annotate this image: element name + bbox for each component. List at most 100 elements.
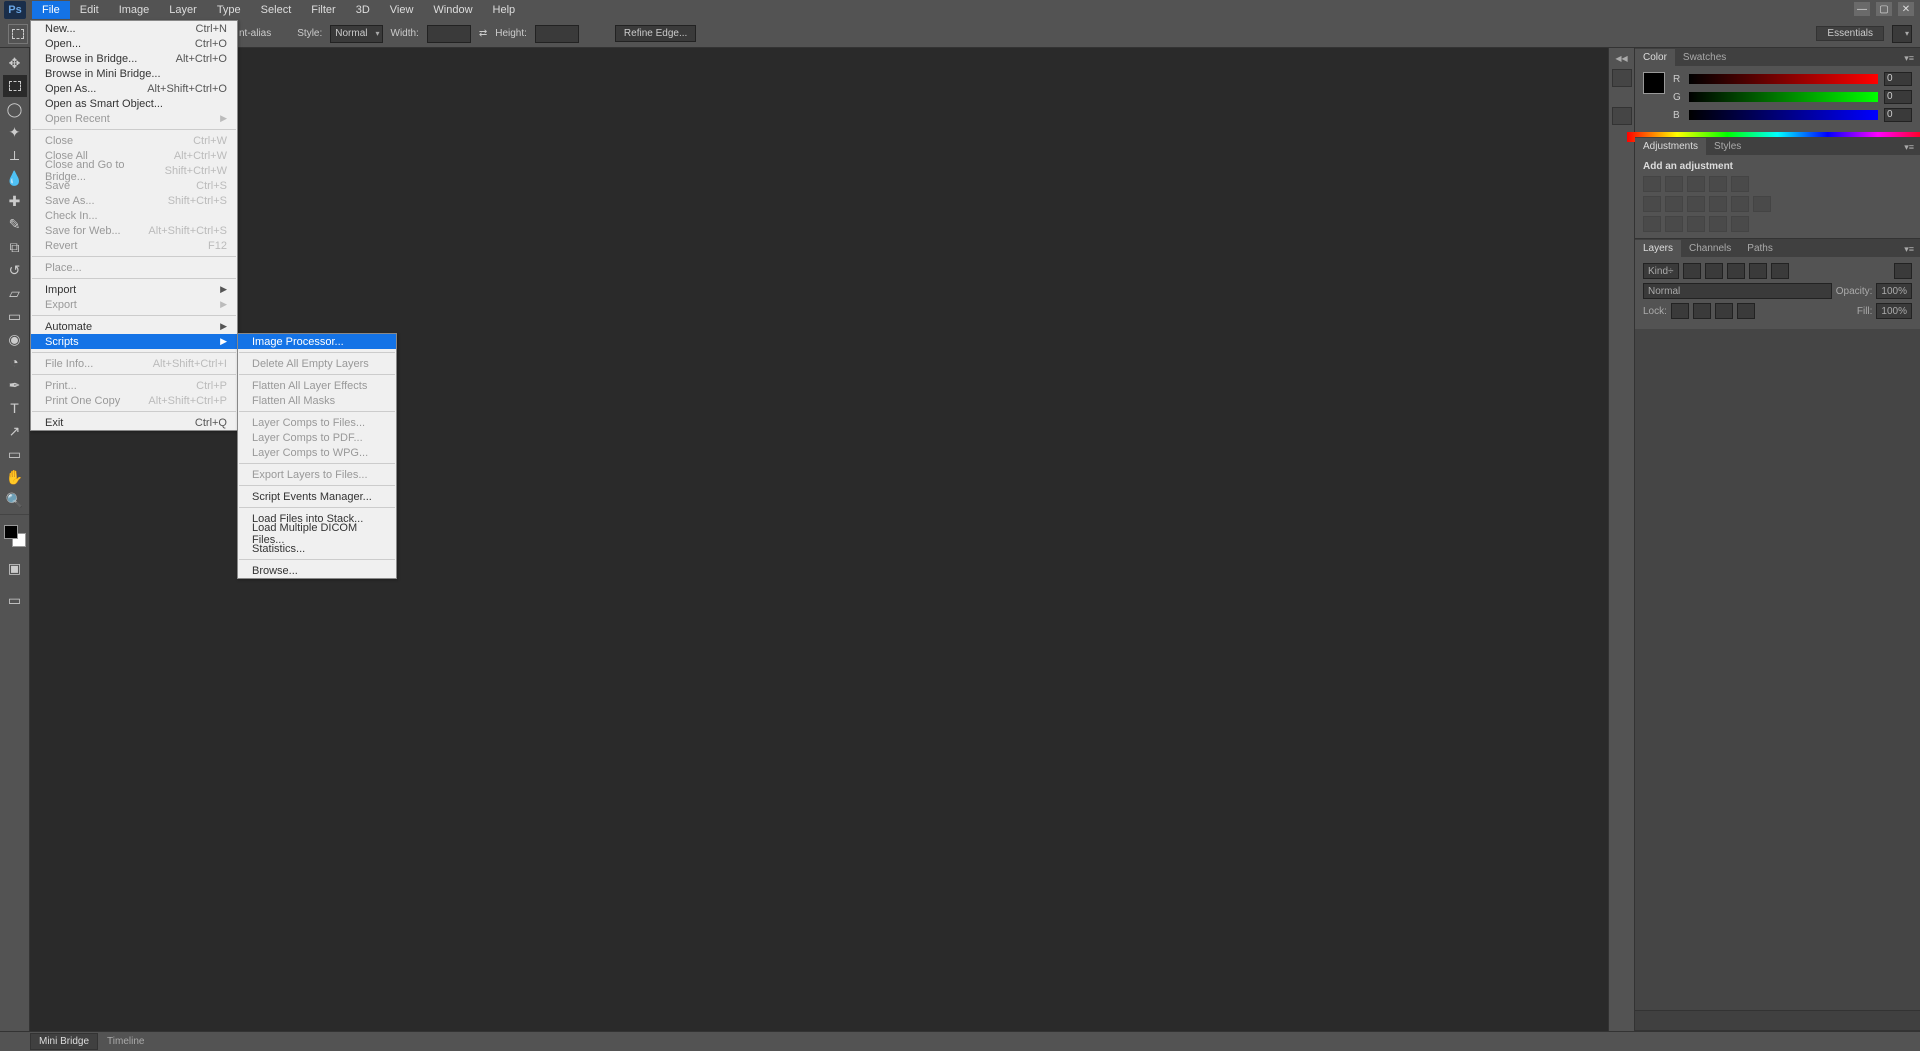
menu-item[interactable]: Browse... bbox=[238, 563, 396, 578]
dodge-tool[interactable]: ◔ bbox=[3, 351, 27, 373]
r-slider[interactable] bbox=[1689, 74, 1878, 84]
refine-edge-button[interactable]: Refine Edge... bbox=[615, 25, 696, 42]
menu-edit[interactable]: Edit bbox=[70, 1, 109, 19]
tab-paths[interactable]: Paths bbox=[1739, 240, 1781, 257]
menu-item[interactable]: Browse in Bridge...Alt+Ctrl+O bbox=[31, 51, 237, 66]
menu-item[interactable]: Image Processor... bbox=[238, 334, 396, 349]
workspace-switcher[interactable]: Essentials bbox=[1816, 26, 1884, 41]
menu-3d[interactable]: 3D bbox=[346, 1, 380, 19]
adj-icon[interactable] bbox=[1687, 196, 1705, 212]
r-value[interactable]: 0 bbox=[1884, 72, 1912, 86]
marquee-tool[interactable] bbox=[3, 75, 27, 97]
adj-icon[interactable] bbox=[1709, 176, 1727, 192]
menu-window[interactable]: Window bbox=[423, 1, 482, 19]
shape-tool[interactable]: ▭ bbox=[3, 443, 27, 465]
fill-input[interactable]: 100% bbox=[1876, 303, 1912, 319]
g-value[interactable]: 0 bbox=[1884, 90, 1912, 104]
adj-icon[interactable] bbox=[1643, 176, 1661, 192]
tab-layers[interactable]: Layers bbox=[1635, 240, 1681, 257]
panel-menu-icon[interactable]: ▾≡ bbox=[1898, 242, 1920, 257]
adj-icon[interactable] bbox=[1665, 216, 1683, 232]
menu-item[interactable]: Automate▶ bbox=[31, 319, 237, 334]
adj-icon[interactable] bbox=[1665, 176, 1683, 192]
healing-tool[interactable]: ✚ bbox=[3, 190, 27, 212]
menu-layer[interactable]: Layer bbox=[159, 1, 207, 19]
workspace-menu-icon[interactable] bbox=[1892, 25, 1912, 43]
collapsed-panel-icon[interactable] bbox=[1612, 107, 1632, 125]
b-value[interactable]: 0 bbox=[1884, 108, 1912, 122]
menu-item[interactable]: Browse in Mini Bridge... bbox=[31, 66, 237, 81]
quickmask-icon[interactable]: ▣ bbox=[3, 557, 27, 579]
screenmode-icon[interactable]: ▭ bbox=[3, 589, 27, 611]
tab-color[interactable]: Color bbox=[1635, 49, 1675, 66]
width-input[interactable] bbox=[427, 25, 471, 43]
lock-icon[interactable] bbox=[1715, 303, 1733, 319]
close-button[interactable]: ✕ bbox=[1898, 2, 1914, 16]
type-tool[interactable]: T bbox=[3, 397, 27, 419]
tab-adjustments[interactable]: Adjustments bbox=[1635, 138, 1706, 155]
panel-menu-icon[interactable]: ▾≡ bbox=[1898, 140, 1920, 155]
lasso-tool[interactable]: ◯ bbox=[3, 98, 27, 120]
menu-help[interactable]: Help bbox=[483, 1, 526, 19]
foreground-background-swatch[interactable] bbox=[4, 525, 26, 547]
menu-item[interactable]: Open as Smart Object... bbox=[31, 96, 237, 111]
height-input[interactable] bbox=[535, 25, 579, 43]
adj-icon[interactable] bbox=[1731, 216, 1749, 232]
menu-item[interactable]: Statistics... bbox=[238, 541, 396, 556]
gradient-tool[interactable]: ▭ bbox=[3, 305, 27, 327]
menu-type[interactable]: Type bbox=[207, 1, 251, 19]
adj-icon[interactable] bbox=[1731, 176, 1749, 192]
tab-styles[interactable]: Styles bbox=[1706, 138, 1749, 155]
b-slider[interactable] bbox=[1689, 110, 1878, 120]
lock-icon[interactable] bbox=[1693, 303, 1711, 319]
crop-tool[interactable]: ⟂ bbox=[3, 144, 27, 166]
menu-item[interactable]: New...Ctrl+N bbox=[31, 21, 237, 36]
adj-icon[interactable] bbox=[1731, 196, 1749, 212]
menu-item[interactable]: Scripts▶ bbox=[31, 334, 237, 349]
layer-filter-kind[interactable]: Kind ÷ bbox=[1643, 263, 1679, 279]
eyedropper-tool[interactable]: 💧 bbox=[3, 167, 27, 189]
filter-icon[interactable] bbox=[1683, 263, 1701, 279]
brush-tool[interactable]: ✎ bbox=[3, 213, 27, 235]
lock-icon[interactable] bbox=[1671, 303, 1689, 319]
adj-icon[interactable] bbox=[1687, 216, 1705, 232]
adj-icon[interactable] bbox=[1709, 196, 1727, 212]
menu-image[interactable]: Image bbox=[109, 1, 160, 19]
menu-view[interactable]: View bbox=[380, 1, 424, 19]
collapsed-panel-icon[interactable] bbox=[1612, 69, 1632, 87]
style-dropdown[interactable]: Normal bbox=[330, 25, 382, 43]
menu-select[interactable]: Select bbox=[251, 1, 302, 19]
tab-swatches[interactable]: Swatches bbox=[1675, 49, 1734, 66]
hand-tool[interactable]: ✋ bbox=[3, 466, 27, 488]
wand-tool[interactable]: ✦ bbox=[3, 121, 27, 143]
menu-item[interactable]: Import▶ bbox=[31, 282, 237, 297]
selected-tool-icon[interactable] bbox=[8, 24, 28, 44]
menu-item[interactable]: Load Multiple DICOM Files... bbox=[238, 526, 396, 541]
pen-tool[interactable]: ✒ bbox=[3, 374, 27, 396]
g-slider[interactable] bbox=[1689, 92, 1878, 102]
menu-filter[interactable]: Filter bbox=[301, 1, 345, 19]
tab-timeline[interactable]: Timeline bbox=[98, 1033, 153, 1050]
adj-icon[interactable] bbox=[1709, 216, 1727, 232]
menu-item[interactable]: ExitCtrl+Q bbox=[31, 415, 237, 430]
menu-item[interactable]: Open...Ctrl+O bbox=[31, 36, 237, 51]
menu-file[interactable]: File bbox=[32, 1, 70, 19]
maximize-button[interactable]: ▢ bbox=[1876, 2, 1892, 16]
history-brush-tool[interactable]: ↺ bbox=[3, 259, 27, 281]
adj-icon[interactable] bbox=[1687, 176, 1705, 192]
filter-icon[interactable] bbox=[1705, 263, 1723, 279]
adj-icon[interactable] bbox=[1643, 196, 1661, 212]
tab-channels[interactable]: Channels bbox=[1681, 240, 1739, 257]
panel-menu-icon[interactable]: ▾≡ bbox=[1898, 51, 1920, 66]
swap-wh-icon[interactable]: ⇄ bbox=[479, 28, 487, 39]
filter-icon[interactable] bbox=[1749, 263, 1767, 279]
path-tool[interactable]: ↗ bbox=[3, 420, 27, 442]
minimize-button[interactable]: — bbox=[1854, 2, 1870, 16]
color-swatch[interactable] bbox=[1643, 72, 1665, 94]
adj-icon[interactable] bbox=[1753, 196, 1771, 212]
adj-icon[interactable] bbox=[1643, 216, 1661, 232]
filter-icon[interactable] bbox=[1727, 263, 1745, 279]
tab-minibridge[interactable]: Mini Bridge bbox=[30, 1033, 98, 1050]
adj-icon[interactable] bbox=[1665, 196, 1683, 212]
zoom-tool[interactable]: 🔍 bbox=[3, 489, 27, 511]
